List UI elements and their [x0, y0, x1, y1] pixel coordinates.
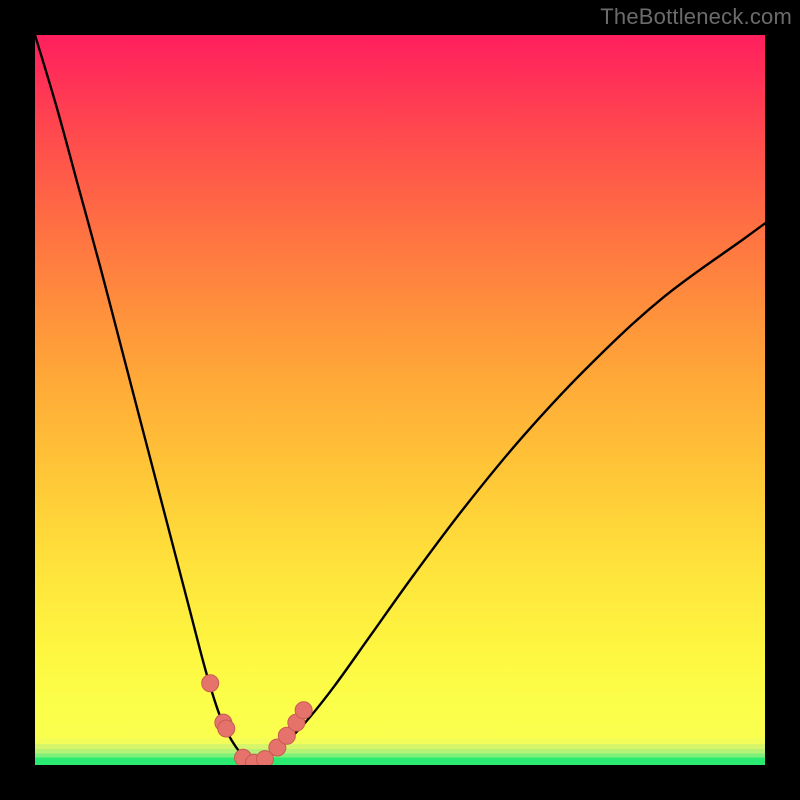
curve-right-branch — [250, 223, 765, 762]
bottleneck-curve — [35, 35, 765, 762]
outer-frame: TheBottleneck.com — [0, 0, 800, 800]
curve-layer — [35, 35, 765, 765]
watermark-text: TheBottleneck.com — [600, 4, 792, 30]
marker-point — [202, 675, 219, 692]
curve-left-branch — [35, 35, 250, 762]
marker-group — [202, 675, 312, 765]
marker-point — [218, 720, 235, 737]
marker-point — [295, 702, 312, 719]
plot-area — [35, 35, 765, 765]
